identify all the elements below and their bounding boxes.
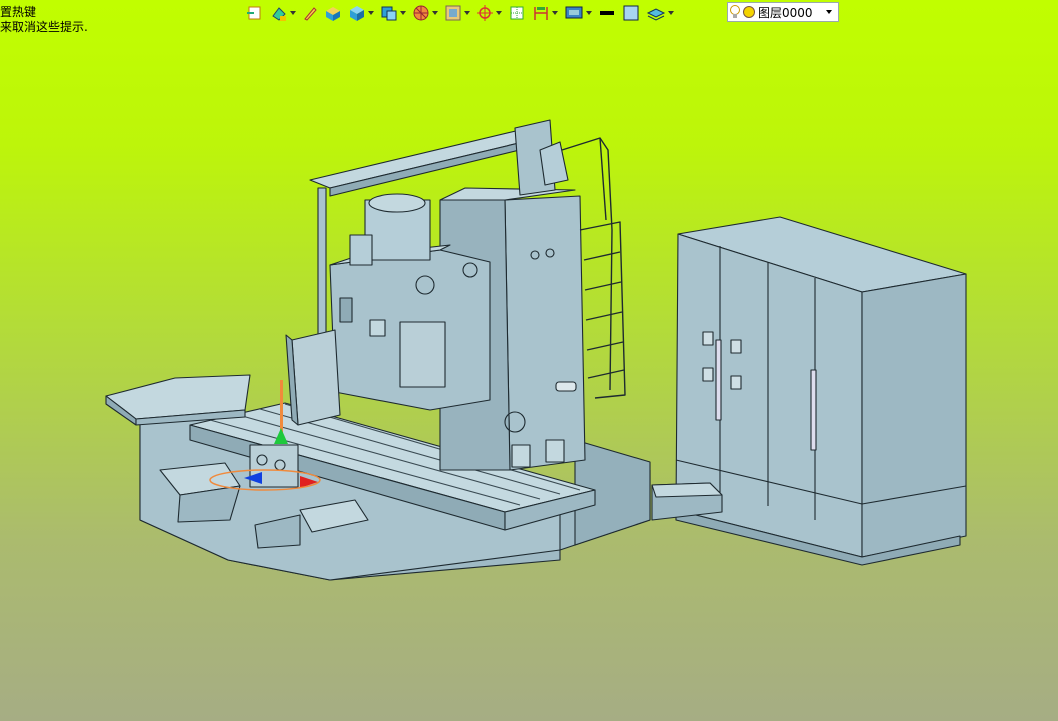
cube-button[interactable] <box>348 3 374 23</box>
fill-dropdown-icon[interactable] <box>290 11 296 15</box>
grid-icon <box>510 6 524 20</box>
layer-color-icon[interactable] <box>742 3 756 21</box>
line-color-icon <box>600 11 614 15</box>
control-pendant[interactable] <box>285 329 341 426</box>
view-cube-button[interactable] <box>380 3 406 23</box>
pencil-button[interactable] <box>302 3 318 23</box>
layer-name: 图层0000 <box>758 5 813 20</box>
view-cube-dropdown-icon[interactable] <box>400 11 406 15</box>
hint-text: 置热键 来取消这些提示. <box>0 5 88 35</box>
point-dropdown-icon[interactable] <box>496 11 502 15</box>
point-icon <box>477 5 493 21</box>
frame-button[interactable] <box>444 3 470 23</box>
point-button[interactable] <box>476 3 502 23</box>
cube-dropdown-icon[interactable] <box>368 11 374 15</box>
layer-selector[interactable]: 图层0000 <box>727 2 839 22</box>
layers-icon <box>646 8 666 21</box>
line-color-button[interactable] <box>598 3 616 23</box>
hint-line-2: 来取消这些提示. <box>0 20 88 34</box>
frame-icon <box>445 5 461 21</box>
grid-button[interactable] <box>508 3 526 23</box>
sphere-dropdown-icon[interactable] <box>432 11 438 15</box>
screen-icon <box>565 6 583 19</box>
dimension-dropdown-icon[interactable] <box>552 11 558 15</box>
layers-button[interactable] <box>646 3 674 23</box>
layers-dropdown-icon[interactable] <box>668 11 674 15</box>
toolbar <box>246 2 680 24</box>
sphere-icon <box>413 5 429 21</box>
cad-model[interactable] <box>0 0 1058 721</box>
fill-color-button[interactable] <box>622 3 640 23</box>
frame-dropdown-icon[interactable] <box>464 11 470 15</box>
screen-button[interactable] <box>564 3 592 23</box>
hint-line-1: 置热键 <box>0 5 37 19</box>
lightbulb-icon[interactable] <box>728 3 742 21</box>
exit-sketch-icon <box>247 6 261 20</box>
fill-color-icon <box>623 5 639 21</box>
pencil-icon <box>304 7 317 21</box>
fill-icon <box>272 7 286 21</box>
sphere-button[interactable] <box>412 3 438 23</box>
solid-box-icon <box>326 7 340 21</box>
solid-box-button[interactable] <box>324 3 342 23</box>
dimension-button[interactable] <box>532 3 558 23</box>
layer-dropdown-icon[interactable] <box>826 10 832 14</box>
exit-sketch-button[interactable] <box>246 3 264 23</box>
fill-button[interactable] <box>270 3 296 23</box>
3d-viewport[interactable]: 置热键 来取消这些提示. 图层0000 <box>0 0 1058 721</box>
side-table[interactable] <box>105 374 251 426</box>
cube-icon <box>350 6 364 21</box>
view-cube-icon <box>381 6 397 21</box>
screen-dropdown-icon[interactable] <box>586 11 592 15</box>
dimension-icon <box>534 7 548 20</box>
